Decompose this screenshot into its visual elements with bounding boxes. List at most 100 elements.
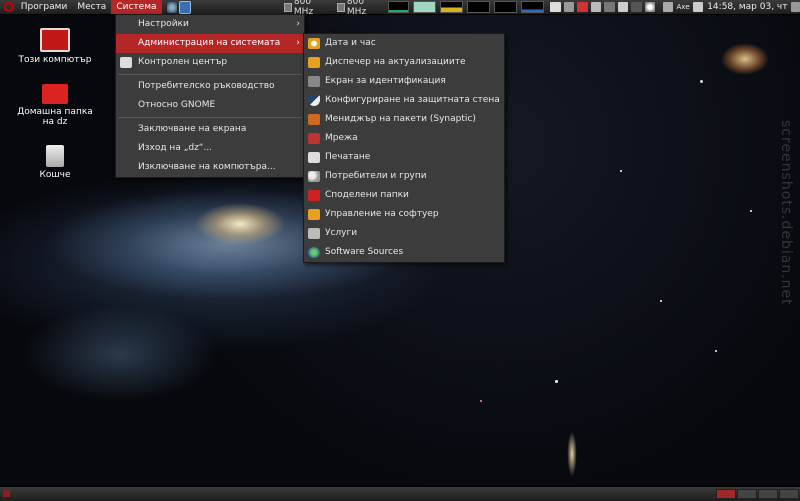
menu-item-date-time[interactable]: Дата и час [304, 34, 504, 53]
cpu-chip-icon [337, 2, 345, 12]
menu-item-printing[interactable]: Печатане [304, 148, 504, 167]
workspace-1[interactable] [716, 489, 736, 499]
menu-item-label: Мрежа [325, 133, 358, 143]
menu-item-label: Изключване на компютъра... [138, 162, 276, 172]
menu-item-shut-down[interactable]: Изключване на компютъра... [116, 158, 304, 177]
menu-item-about-gnome[interactable]: Относно GNOME [116, 96, 304, 115]
menu-item-log-out[interactable]: Изход на „dz“... [116, 139, 304, 158]
desktop-icon-computer[interactable]: Този компютър [10, 28, 100, 65]
brightness-icon[interactable] [644, 2, 655, 12]
system-menu[interactable]: Система [111, 0, 162, 14]
cpu-frequency-2-label: 800 MHz [346, 0, 367, 17]
keyboard-layout-label[interactable]: Ахе [676, 3, 689, 11]
wallpaper-star [715, 350, 717, 352]
system-menu-dropdown: Настройки › Администрация на системата ›… [115, 14, 305, 178]
debian-logo-icon[interactable] [4, 2, 14, 12]
bluetooth-icon[interactable] [631, 2, 642, 12]
menu-item-software-sources[interactable]: Software Sources [304, 243, 504, 262]
menu-item-control-center[interactable]: Контролен център [116, 53, 304, 72]
menu-separator [118, 74, 302, 75]
load-graph [494, 1, 518, 13]
shutdown-icon[interactable] [791, 2, 800, 12]
memory-graph [413, 1, 437, 13]
cpu-frequency-2: 800 MHz [337, 0, 384, 17]
home-folder-icon [42, 84, 68, 104]
menu-item-label: Настройки [138, 19, 189, 29]
monitor-icon[interactable] [563, 2, 575, 12]
firewall-icon [308, 95, 320, 106]
menu-item-label: Екран за идентификация [325, 76, 446, 86]
menu-item-synaptic[interactable]: Мениджър на пакети (Synaptic) [304, 110, 504, 129]
wallpaper-star [750, 210, 752, 212]
battery-icon[interactable] [604, 2, 615, 12]
disk-graph [521, 1, 545, 13]
menu-item-label: Споделени папки [325, 190, 409, 200]
menu-item-users-groups[interactable]: Потребители и групи [304, 167, 504, 186]
desktop-icon-trash[interactable]: Кошче [10, 145, 100, 180]
menu-item-label: Печатане [325, 152, 371, 162]
network-manager-icon[interactable] [590, 2, 602, 12]
users-icon [308, 171, 320, 182]
menu-item-firewall[interactable]: Конфигуриране на защитната стена [304, 91, 504, 110]
menu-item-label: Потребителско ръководство [138, 81, 275, 91]
desktop-icon-label: Домашна папка на dz [17, 107, 93, 127]
chevron-right-icon: › [296, 19, 300, 29]
top-panel: Програми Места Система 800 MHz 800 MHz А… [0, 0, 800, 17]
wallpaper-star [620, 170, 622, 172]
show-desktop-button[interactable] [3, 490, 10, 497]
menu-item-login-screen[interactable]: Екран за идентификация [304, 72, 504, 91]
menu-item-administration[interactable]: Администрация на системата › [116, 34, 304, 53]
menu-item-software-management[interactable]: Управление на софтуер [304, 205, 504, 224]
workspace-4[interactable] [779, 489, 799, 499]
desktop-icon-home[interactable]: Домашна папка на dz [10, 84, 100, 127]
wallpaper-star [555, 380, 558, 383]
menu-item-label: Мениджър на пакети (Synaptic) [325, 114, 476, 124]
menu-item-services[interactable]: Услуги [304, 224, 504, 243]
bottom-panel [0, 486, 800, 501]
menu-item-label: Software Sources [325, 247, 404, 257]
cpu-graph [388, 1, 410, 13]
software-sources-icon [308, 247, 320, 258]
network-graph [440, 1, 464, 13]
browser-launcher-icon[interactable] [166, 1, 177, 13]
update-icon [308, 57, 320, 68]
menu-item-label: Потребители и групи [325, 171, 427, 181]
software-icon [308, 209, 320, 220]
menu-item-update-manager[interactable]: Диспечер на актуализациите [304, 53, 504, 72]
user-switcher-icon[interactable] [692, 2, 704, 12]
menu-item-label: Конфигуриране на защитната стена [325, 95, 500, 105]
cpu-chip-icon [284, 2, 292, 12]
shared-folder-icon [308, 190, 320, 201]
wallpaper-star [700, 80, 703, 83]
keyboard-layout-icon[interactable] [662, 2, 674, 12]
terminal-icon[interactable] [550, 2, 561, 12]
places-menu[interactable]: Места [72, 0, 111, 14]
menu-item-user-guide[interactable]: Потребителско ръководство [116, 77, 304, 96]
watermark: screenshots.debian.net [778, 120, 794, 306]
menu-separator [118, 117, 302, 118]
desktop-icon-label: Този компютър [18, 55, 92, 65]
menu-item-shared-folders[interactable]: Споделени папки [304, 186, 504, 205]
menu-item-label: Услуги [325, 228, 358, 238]
editor-launcher-icon[interactable] [178, 0, 192, 14]
applications-menu[interactable]: Програми [16, 0, 73, 14]
menu-item-label: Дата и час [325, 38, 376, 48]
wallpaper-star [660, 300, 662, 302]
chevron-right-icon: › [296, 38, 300, 48]
menu-item-lock-screen[interactable]: Заключване на екрана [116, 120, 304, 139]
volume-icon[interactable] [617, 2, 629, 12]
menu-item-label: Изход на „dz“... [138, 143, 213, 153]
workspace-3[interactable] [758, 489, 778, 499]
menu-item-preferences[interactable]: Настройки › [116, 15, 304, 34]
clock-icon [308, 38, 320, 49]
menu-item-label: Относно GNOME [138, 100, 216, 110]
menu-item-network[interactable]: Мрежа [304, 129, 504, 148]
workspace-2[interactable] [737, 489, 757, 499]
swap-graph [467, 1, 491, 13]
package-icon [308, 114, 320, 125]
update-notifier-icon[interactable] [577, 2, 588, 12]
printer-icon [308, 152, 320, 163]
menu-item-label: Администрация на системата [138, 38, 281, 48]
panel-clock[interactable]: 14:58, мар 03, чт [707, 2, 787, 12]
menu-item-label: Диспечер на актуализациите [325, 57, 466, 67]
